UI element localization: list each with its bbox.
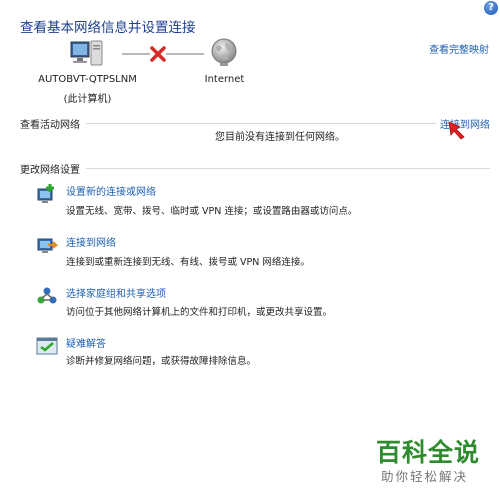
task-homegroup-desc: 访问位于其他网络计算机上的文件和打印机，或更改共享设置。 bbox=[66, 307, 333, 318]
connect-network-icon bbox=[36, 234, 59, 256]
connection-line-left bbox=[122, 53, 150, 55]
troubleshoot-icon bbox=[36, 335, 58, 357]
task-connect-network-desc: 连接到或重新连接到无线、有线、拨号或 VPN 网络连接。 bbox=[66, 257, 310, 268]
active-networks-heading: 查看活动网络 bbox=[20, 120, 80, 131]
red-cursor-arrow-icon bbox=[446, 120, 470, 144]
connection-line-right bbox=[166, 53, 204, 55]
globe-icon bbox=[210, 38, 238, 68]
help-icon[interactable]: ? bbox=[484, 1, 498, 15]
task-new-connection-link[interactable]: 设置新的连接或网络 bbox=[66, 183, 156, 198]
change-settings-heading: 更改网络设置 bbox=[20, 165, 80, 176]
task-homegroup-link[interactable]: 选择家庭组和共享选项 bbox=[66, 285, 166, 300]
section-divider bbox=[86, 123, 436, 124]
view-full-map-link[interactable]: 查看完整映射 bbox=[429, 41, 489, 56]
watermark-title: 百科全说 bbox=[376, 438, 481, 467]
internet-label: Internet bbox=[204, 74, 245, 85]
no-network-message: 您目前没有连接到任何网络。 bbox=[215, 132, 345, 143]
computer-icon bbox=[70, 40, 104, 70]
watermark-subtitle: 助你轻松解决 bbox=[381, 469, 469, 484]
task-troubleshoot-link[interactable]: 疑难解答 bbox=[66, 335, 106, 350]
computer-name-label: AUTOBVT-QTPSLNM bbox=[38, 74, 137, 85]
task-troubleshoot-desc: 诊断并修复网络问题，或获得故障排除信息。 bbox=[66, 356, 257, 367]
task-new-connection-desc: 设置无线、宽带、拨号、临时或 VPN 连接；或设置路由器或访问点。 bbox=[66, 206, 358, 217]
homegroup-sharing-icon bbox=[36, 285, 58, 307]
computer-sub-label: (此计算机) bbox=[63, 94, 112, 105]
disconnected-x-icon bbox=[149, 45, 167, 63]
page-title: 查看基本网络信息并设置连接 bbox=[20, 20, 196, 36]
task-connect-network-link[interactable]: 连接到网络 bbox=[66, 234, 116, 249]
section-divider bbox=[86, 168, 490, 169]
new-connection-icon bbox=[36, 183, 58, 205]
